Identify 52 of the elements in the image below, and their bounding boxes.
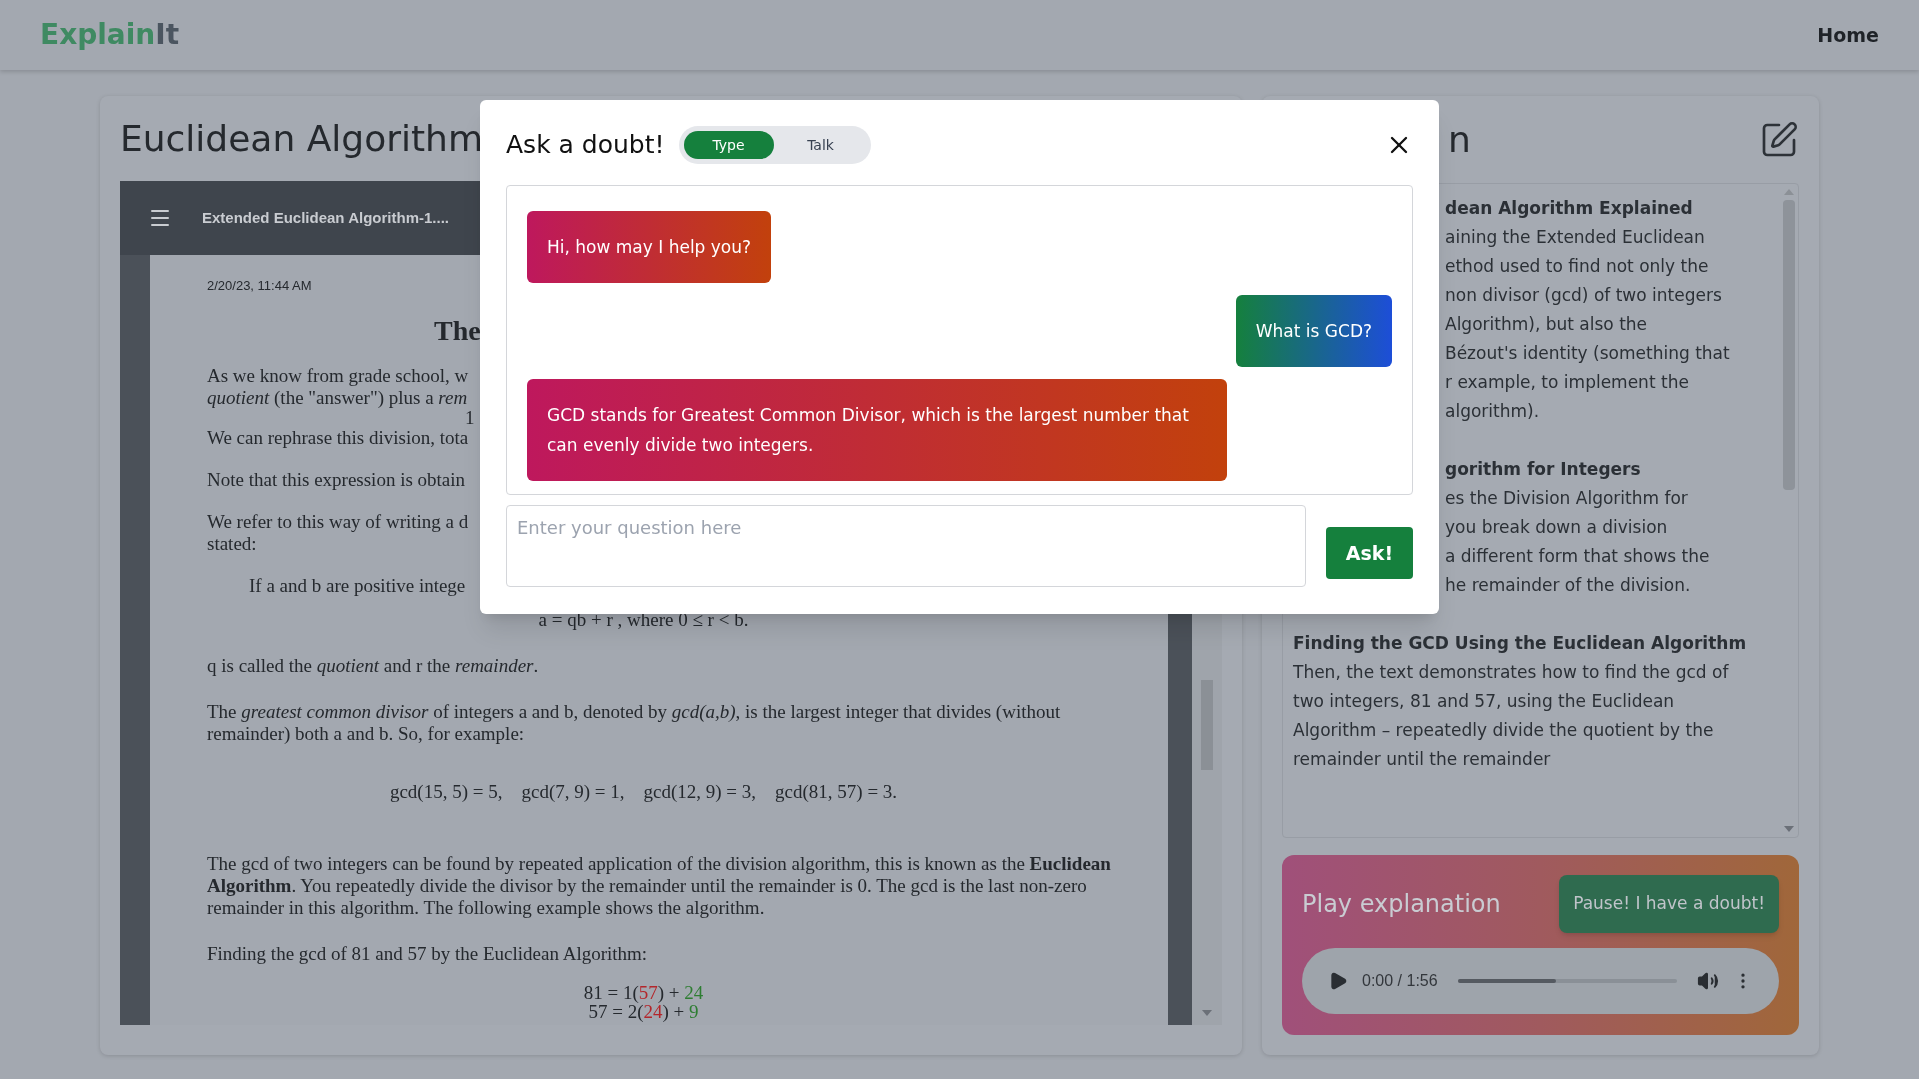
document-text: As we know from grade school, w bbox=[207, 365, 469, 387]
play-icon[interactable] bbox=[1328, 971, 1348, 991]
explanation-text: aining the Extended Euclidean bbox=[1445, 226, 1705, 249]
print-date: 2/20/23, 11:44 AM bbox=[207, 277, 313, 295]
document-paragraph: The greatest common divisor of integers a and b, denoted by gcd(a,b), is the largest integer that divides (without remainder) both a and b. So, for example: bbox=[207, 701, 1062, 745]
mode-tab[interactable]: Type bbox=[683, 131, 774, 159]
explanation-text: a different form that shows the bbox=[1445, 545, 1710, 568]
equation: 81 = 1(57) + 24 bbox=[583, 983, 704, 1002]
seek-track[interactable] bbox=[1457, 979, 1677, 983]
document-text: quotient (the "answer") plus a rem bbox=[207, 387, 468, 409]
nav-link[interactable]: Home bbox=[1817, 20, 1879, 50]
dialog-title: Ask a doubt! bbox=[506, 129, 665, 162]
explanation-text: you break down a division bbox=[1445, 516, 1668, 539]
equation: 57 = 2(24) + 9 bbox=[588, 1002, 699, 1021]
explanation-text: Then, the text demonstrates how to find the gcd of two integers, 81 and 57, using the Euclidean Algorithm – repeatedly divide the quotient by the remainder until the remainder bbox=[1293, 661, 1730, 771]
document-paragraph: q is called the quotient and r the remainder. bbox=[207, 655, 540, 677]
document-text: 1 bbox=[465, 409, 475, 427]
document-text: stated: bbox=[207, 533, 257, 555]
volume-icon[interactable] bbox=[1697, 970, 1719, 992]
explanation-text: Algorithm), but also the bbox=[1445, 313, 1648, 336]
document-text: If a and b are positive intege bbox=[249, 575, 466, 597]
explanation-text: algorithm). bbox=[1445, 400, 1540, 423]
mode-tab[interactable]: Talk bbox=[775, 131, 866, 159]
equation: gcd(15, 5) = 5, gcd(7, 9) = 1, gcd(12, 9) = 3, gcd(81, 57) = 3. bbox=[388, 781, 899, 803]
question-field[interactable]: Enter your question here bbox=[506, 505, 1306, 587]
document-text: Note that this expression is obtain bbox=[207, 469, 466, 491]
player-label: Play explanation bbox=[1302, 889, 1501, 920]
doubt-button[interactable]: Pause! I have a doubt! bbox=[1559, 875, 1779, 933]
bot-message: GCD stands for Greatest Common Divisor, which is the largest number that can evenly divide two integers. bbox=[527, 379, 1227, 481]
document-paragraph: The gcd of two integers can be found by repeated application of the division algorithm, this is known as the Euclidean Algorithm. You repeatedly divide the divisor by the remainder until the remainder is 0. The gcd is the last non-zero remainder in this algorithm. The following example shows the algorithm. bbox=[207, 853, 1112, 919]
file-name: Extended Euclidean Algorithm-1.... bbox=[202, 207, 449, 228]
document-heading: The bbox=[434, 314, 482, 348]
playback-time: 0:00 / 1:56 bbox=[1362, 971, 1438, 991]
ask-button[interactable]: Ask! bbox=[1326, 527, 1413, 579]
panel-title: n bbox=[1448, 118, 1471, 162]
document-text: We can rephrase this division, tota bbox=[207, 427, 469, 449]
explanation-text: he remainder of the division. bbox=[1445, 574, 1691, 597]
explanation-text: es the Division Algorithm for bbox=[1445, 487, 1688, 510]
explanation-text: r example, to implement the bbox=[1445, 371, 1689, 394]
explanation-text: ethod used to find not only the bbox=[1445, 255, 1709, 278]
lesson-title: Euclidean Algorithm bbox=[120, 117, 483, 161]
bot-message: Hi, how may I help you? bbox=[527, 211, 772, 283]
section-heading: Finding the GCD Using the Euclidean Algorithm bbox=[1293, 632, 1748, 655]
document-text: We refer to this way of writing a d bbox=[207, 511, 469, 533]
section-heading: gorithm for Integers bbox=[1445, 458, 1641, 481]
document-paragraph: Finding the gcd of 81 and 57 by the Euclidean Algorithm: bbox=[207, 943, 649, 965]
explanation-text: Bézout's identity (something that bbox=[1445, 342, 1730, 365]
app-logo[interactable]: ExplainIt bbox=[40, 14, 180, 56]
section-heading: dean Algorithm Explained bbox=[1445, 197, 1693, 220]
explanation-text: non divisor (gcd) of two integers bbox=[1445, 284, 1722, 307]
user-message: What is GCD? bbox=[1235, 295, 1392, 367]
scrollbar-thumb[interactable] bbox=[1783, 200, 1795, 490]
